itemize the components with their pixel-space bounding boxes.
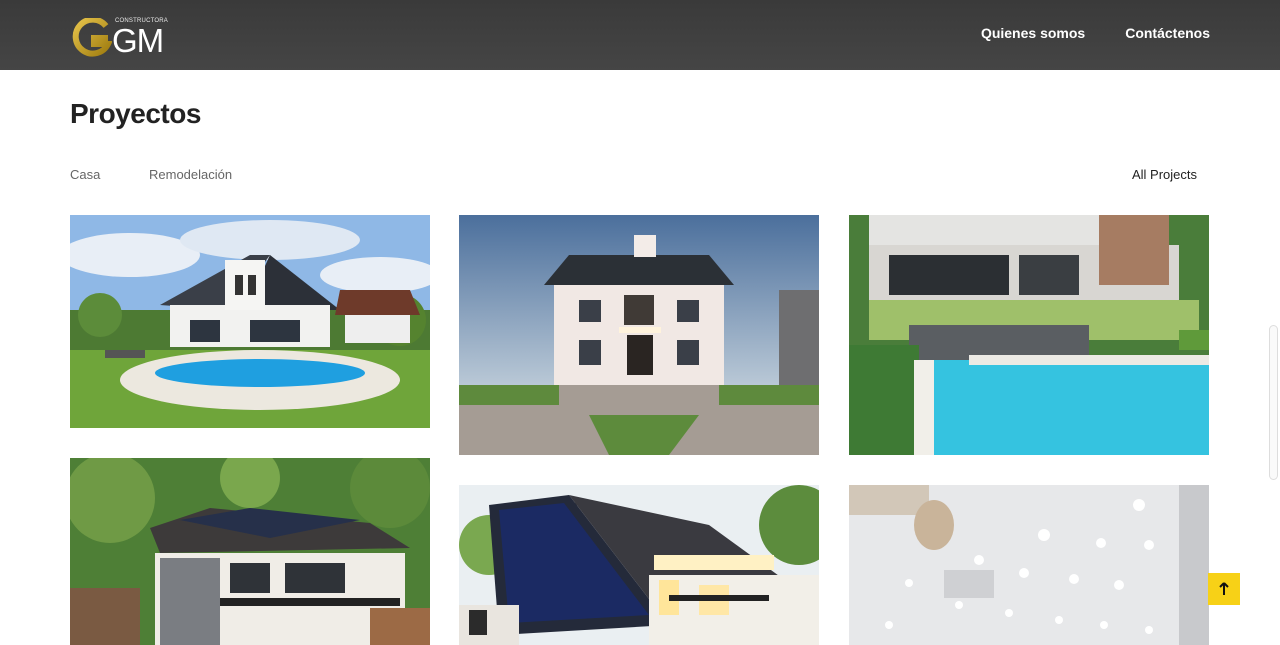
filter-remodelacion[interactable]: Remodelación [149, 167, 232, 182]
project-card[interactable] [70, 458, 430, 645]
project-card[interactable] [70, 215, 430, 428]
page-title: Proyectos [70, 98, 201, 129]
site-logo[interactable]: CONSTRUCTORA GM [72, 17, 168, 59]
logo-mark-icon [72, 18, 112, 57]
modern-house-pool-image [849, 215, 1209, 455]
ceiling-lights-interior-image [849, 485, 1209, 645]
site-header: CONSTRUCTORA GM Quienes somos Contácteno… [0, 0, 1280, 70]
two-story-solar-house-image [70, 458, 430, 645]
filter-casa[interactable]: Casa [70, 167, 100, 182]
project-card[interactable] [849, 485, 1209, 645]
nav-link-contactenos[interactable]: Contáctenos [1125, 25, 1210, 41]
nav-link-quienes-somos[interactable]: Quienes somos [981, 25, 1085, 41]
scrollbar[interactable] [1269, 325, 1278, 480]
house-pool-solar-image [70, 215, 430, 428]
project-card[interactable] [459, 215, 819, 455]
filter-all-projects[interactable]: All Projects [1132, 167, 1197, 182]
back-to-top-button[interactable] [1208, 573, 1240, 605]
project-card[interactable] [849, 215, 1209, 455]
project-card[interactable] [459, 485, 819, 645]
solar-roof-house-image [459, 485, 819, 645]
arrow-up-icon [1219, 582, 1229, 595]
main-nav: Quienes somos Contáctenos [981, 25, 1210, 41]
mansion-dusk-image [459, 215, 819, 455]
logo-name: GM [112, 22, 164, 59]
